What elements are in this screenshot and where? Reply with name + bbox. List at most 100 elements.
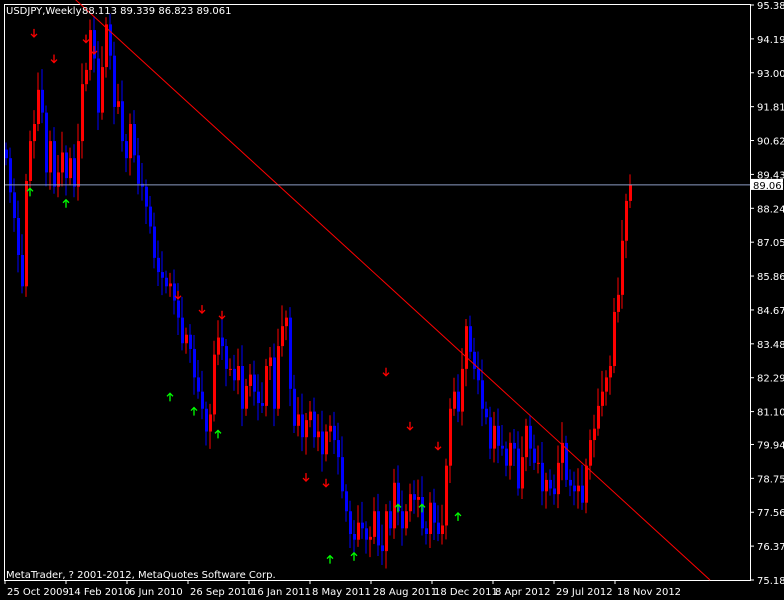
candle-body [461,368,464,412]
candle-body [249,374,252,386]
candle-body [381,545,384,552]
candle-body [537,462,540,464]
candle-body [473,351,476,369]
candle-body [201,391,204,409]
chart-title: USDJPY,Weekly [6,6,82,17]
candle-body [9,158,12,193]
candle-body [49,141,52,173]
y-tick-label: 77.565 [757,508,784,519]
candle-body [417,497,420,500]
last-price-text: 89.061 [753,181,784,192]
candle-body [253,374,256,392]
x-tick-label: 28 Aug 2011 [373,587,437,598]
candle-body [305,420,308,438]
candle-body [293,388,296,426]
candle-body [549,479,552,489]
candle-body [337,440,340,458]
candle-body [513,442,516,449]
candle-body [501,445,504,449]
candle-body [41,89,44,113]
candle-body [29,141,32,181]
candle-body [429,502,432,535]
candle-body [481,380,484,409]
candle-body [33,124,36,142]
y-tick-label: 88.240 [757,204,784,215]
x-tick-label: 18 Nov 2012 [617,587,681,598]
candle-body [497,425,500,446]
copyright-text: MetaTrader, ? 2001-2012, MetaQuotes Soft… [6,570,276,581]
candle-body [61,152,64,173]
candle-body [605,377,608,392]
candle-body [457,391,460,412]
y-tick-label: 91.810 [757,103,784,114]
candle-body [277,346,280,409]
candle-body [217,337,220,355]
candle-body [437,522,440,535]
candle-body [185,334,188,344]
candle-body [585,465,588,503]
candle-body [613,311,616,367]
candle-body [85,69,88,85]
candle-body [545,479,548,492]
candle-body [621,240,624,295]
last-price-label: 89.061 [751,178,784,192]
candle-body [333,425,336,441]
x-tick-label: 29 Jul 2012 [556,587,613,598]
x-tick-label: 8 May 2011 [312,587,371,598]
candle-body [577,485,580,492]
candle-body [161,272,164,278]
x-tick-label: 25 Oct 2009 [7,587,69,598]
candle-body [625,200,628,241]
candle-body [281,326,284,347]
y-tick-label: 90.620 [757,137,784,148]
y-tick-label: 95.380 [757,1,784,12]
candle-body [37,89,40,125]
candle-body [597,405,600,429]
candle-body [509,442,512,466]
x-tick-label: 6 Jun 2010 [129,587,183,598]
candle-body [297,414,300,426]
candle-body [385,511,388,552]
candle-body [117,101,120,107]
candle-body [81,84,84,142]
candle-body [449,408,452,466]
candle-body [261,403,264,406]
y-tick-label: 76.375 [757,542,784,553]
y-tick-label: 79.945 [757,440,784,451]
y-tick-label: 83.480 [757,340,784,351]
candle-body [609,366,612,378]
candle-body [289,317,292,389]
candle-body [209,414,212,432]
candle-body [77,141,80,187]
candle-body [317,431,320,438]
candle-body [617,294,620,312]
x-tick-label: 8 Apr 2012 [495,587,550,598]
candle-body [425,528,428,535]
candle-body [257,391,260,404]
candle-body [421,497,424,529]
candle-body [581,485,584,503]
candle-body [21,254,24,287]
candle-body [445,465,448,526]
y-tick-label: 81.100 [757,408,784,419]
candle-body [401,511,404,529]
candle-body [453,391,456,409]
candle-body [521,457,524,489]
price-chart[interactable]: 95.38094.19093.00091.81090.62089.43088.2… [0,0,784,600]
candle-body [233,368,236,381]
candle-body [273,357,276,409]
candle-body [225,346,228,369]
chart-ohlc: 88.113 89.339 86.823 89.061 [82,6,232,17]
candle-body [5,149,8,159]
candle-body [349,511,352,535]
candle-body [341,457,344,492]
candle-body [629,184,632,201]
candle-body [181,317,184,344]
candle-body [121,101,124,142]
candle-body [365,528,368,540]
candle-body [389,511,392,529]
x-tick-label: 14 Feb 2010 [68,587,130,598]
candle-body [557,462,560,495]
candle-body [433,502,436,523]
candle-body [265,366,268,406]
